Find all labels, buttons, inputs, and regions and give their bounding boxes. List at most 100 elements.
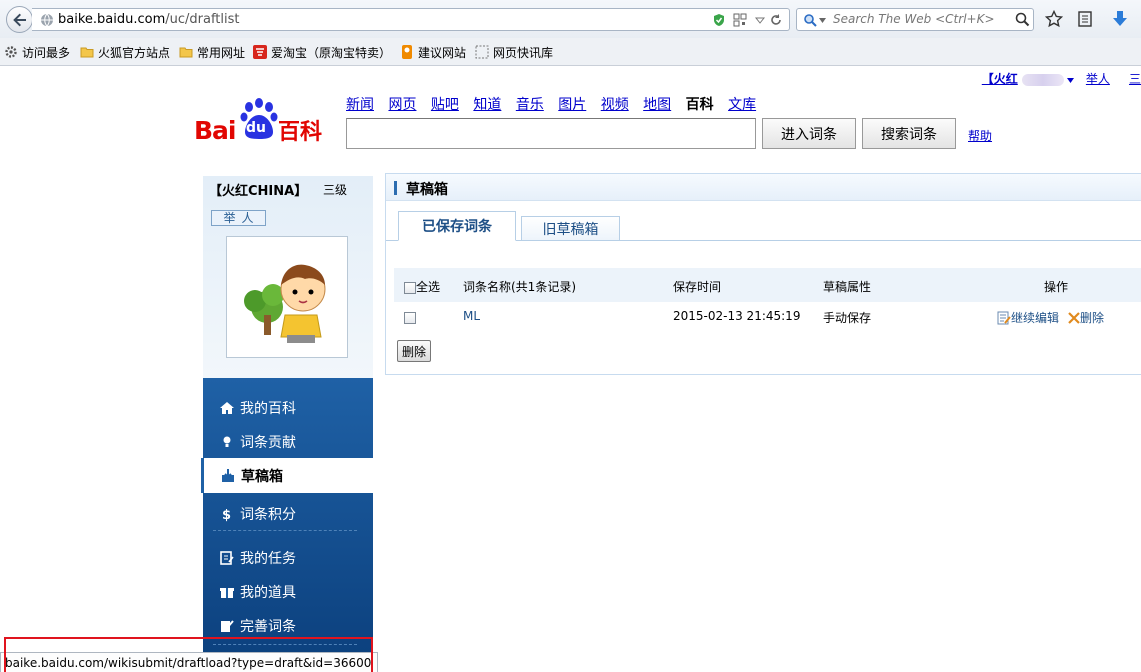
baidu-baike-logo[interactable]: Bai du 百科 xyxy=(194,98,328,146)
web-search-box[interactable]: Search The Web <Ctrl+K> xyxy=(796,8,1034,31)
task-icon xyxy=(220,551,234,565)
dropdown-arrow-icon[interactable] xyxy=(753,13,767,27)
channel-images[interactable]: 图片 xyxy=(558,97,586,113)
engine-dropdown-icon[interactable] xyxy=(819,18,826,23)
channel-map[interactable]: 地图 xyxy=(643,97,671,113)
sidebar-item-points[interactable]: $ 词条积分 xyxy=(203,497,373,531)
col-operations: 操作 xyxy=(1044,280,1069,294)
draft-panel: 草稿箱 旧草稿箱 已保存词条 全选 词条名称(共1条记录) 保存时间 草稿属性 … xyxy=(385,173,1141,375)
tab-saved-entries[interactable]: 已保存词条 xyxy=(398,211,516,241)
channel-web[interactable]: 网页 xyxy=(388,97,416,113)
page-content: 【火红 举人 三 Bai du 百科 新闻 网页 贴吧 知道 音乐 图片 视频 … xyxy=(0,66,1141,672)
qrcode-icon[interactable] xyxy=(733,13,747,27)
bulb-icon xyxy=(223,436,231,447)
search-engine-icon[interactable] xyxy=(803,13,817,27)
user-link[interactable]: 【火红 xyxy=(982,72,1018,86)
cartoon-boy-avatar-icon xyxy=(244,264,326,343)
back-button[interactable] xyxy=(6,6,33,33)
suggested-sites-icon xyxy=(402,45,412,59)
draft-entry-name[interactable]: ML xyxy=(463,309,480,323)
user-profile-card: 【火红CHINA】 三级 举人 xyxy=(203,176,373,378)
sidebar-item-tasks[interactable]: 我的任务 xyxy=(203,541,373,575)
taobao-icon xyxy=(253,45,267,59)
draft-save-time: 2015-02-13 21:45:19 xyxy=(673,309,801,323)
edit-doc-icon xyxy=(997,311,1011,324)
home-icon xyxy=(220,402,234,414)
svg-text:$: $ xyxy=(222,508,231,522)
channel-baike: 百科 xyxy=(685,97,714,113)
draft-icon xyxy=(222,468,234,482)
sidebar-item-drafts[interactable]: 草稿箱 xyxy=(201,458,373,493)
title-accent-bar xyxy=(394,181,397,195)
menu-divider xyxy=(213,530,357,531)
bookmark-common-sites[interactable]: 常用网址 xyxy=(179,44,245,60)
folder-icon xyxy=(80,47,94,58)
col-save-time: 保存时间 xyxy=(673,280,722,294)
keyword-input[interactable] xyxy=(346,118,756,149)
channel-video[interactable]: 视频 xyxy=(601,97,629,113)
shield-icon[interactable] xyxy=(712,13,726,27)
panel-header: 草稿箱 xyxy=(386,174,1141,201)
tab-old-drafts[interactable]: 旧草稿箱 xyxy=(521,216,620,241)
col-draft-attr: 草稿属性 xyxy=(823,280,872,294)
edit-icon xyxy=(221,620,234,632)
continue-edit-link[interactable]: 继续编辑 xyxy=(997,309,1059,326)
url-bar[interactable]: baike.baidu.com/uc/draftlist xyxy=(32,8,790,31)
search-placeholder: Search The Web <Ctrl+K> xyxy=(833,12,995,26)
channel-tieba[interactable]: 贴吧 xyxy=(431,97,459,113)
search-entry-button[interactable]: 搜索词条 xyxy=(862,118,956,149)
channel-news[interactable]: 新闻 xyxy=(346,97,374,113)
bookmarks-toolbar: 访问最多 火狐官方站点 常用网址 爱淘宝（原淘宝特卖） 建议网站 网页快讯库 xyxy=(0,38,1141,66)
username: 【火红CHINA】 xyxy=(209,184,308,199)
avatar[interactable] xyxy=(226,236,348,358)
user-dropdown-icon[interactable] xyxy=(1067,78,1075,83)
folder-icon xyxy=(179,47,193,58)
bookmark-most-visited[interactable]: 访问最多 xyxy=(4,44,70,60)
select-all-checkbox[interactable] xyxy=(404,281,416,294)
user-sidebar: 【火红CHINA】 三级 举人 我的百科 词条贡献 草稿箱 $ 词条积分 我的任… xyxy=(201,176,373,672)
rank-badge[interactable]: 举人 xyxy=(211,210,266,226)
col-entry-name: 词条名称(共1条记录) xyxy=(463,280,576,294)
delete-button[interactable]: 删除 xyxy=(397,340,431,362)
channel-wenku[interactable]: 文库 xyxy=(728,97,756,113)
sidebar-item-contributions[interactable]: 词条贡献 xyxy=(203,425,373,459)
sidebar-item-my-baike[interactable]: 我的百科 xyxy=(203,391,373,425)
reload-icon[interactable] xyxy=(769,13,783,27)
user-bar: 【火红 举人 三 xyxy=(982,70,1141,87)
bookmark-web-slice-gallery[interactable]: 网页快讯库 xyxy=(475,44,553,60)
draft-attribute: 手动保存 xyxy=(823,311,872,325)
page-title: 草稿箱 xyxy=(406,182,448,198)
sidebar-item-props[interactable]: 我的道具 xyxy=(203,575,373,609)
enter-entry-button[interactable]: 进入词条 xyxy=(762,118,856,149)
table-row: ML 2015-02-13 21:45:19 手动保存 继续编辑 删除 xyxy=(394,302,1141,332)
globe-icon xyxy=(41,13,53,27)
gear-icon xyxy=(5,46,17,58)
sidebar-menu: 我的百科 词条贡献 草稿箱 $ 词条积分 我的任务 我的道具 完善词条 xyxy=(201,378,373,672)
gift-icon xyxy=(220,588,234,598)
bookmark-suggested-sites[interactable]: 建议网站 xyxy=(400,44,466,60)
delete-x-icon xyxy=(1068,311,1080,324)
blurred-username xyxy=(1021,73,1064,86)
user-level: 三级 xyxy=(323,183,348,197)
highlight-box xyxy=(4,637,373,672)
reading-list-icon[interactable] xyxy=(1076,10,1094,28)
web-slice-icon xyxy=(475,45,489,59)
star-bookmark-icon[interactable] xyxy=(1045,10,1063,28)
channel-nav: 新闻 网页 贴吧 知道 音乐 图片 视频 地图 百科 文库 xyxy=(346,94,766,114)
download-icon[interactable] xyxy=(1111,10,1129,28)
more-link[interactable]: 三 xyxy=(1129,72,1141,86)
rank-link[interactable]: 举人 xyxy=(1086,72,1110,86)
select-all[interactable]: 全选 xyxy=(404,278,440,295)
back-arrow-icon xyxy=(12,13,26,26)
dollar-icon: $ xyxy=(222,508,231,522)
help-link[interactable]: 帮助 xyxy=(968,127,992,144)
table-header: 全选 词条名称(共1条记录) 保存时间 草稿属性 操作 xyxy=(394,268,1141,302)
browser-navbar: baike.baidu.com/uc/draftlist Search The … xyxy=(0,0,1141,38)
delete-draft-link[interactable]: 删除 xyxy=(1068,309,1104,326)
channel-zhidao[interactable]: 知道 xyxy=(473,97,501,113)
channel-music[interactable]: 音乐 xyxy=(516,97,544,113)
row-checkbox[interactable] xyxy=(404,310,416,324)
search-go-icon[interactable] xyxy=(1015,12,1030,27)
bookmark-aitaobao[interactable]: 爱淘宝（原淘宝特卖） xyxy=(253,44,391,60)
bookmark-firefox-site[interactable]: 火狐官方站点 xyxy=(80,44,170,60)
